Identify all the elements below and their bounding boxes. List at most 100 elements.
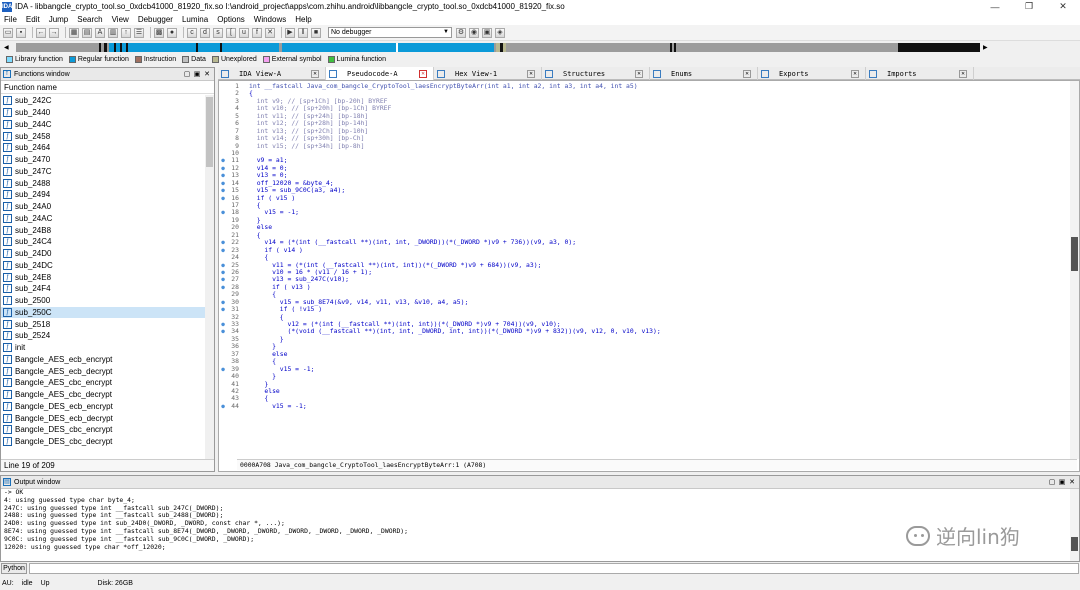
tab-close-icon[interactable]: ✕: [851, 69, 859, 78]
debugger-select[interactable]: No debugger ▼: [328, 27, 452, 38]
output-window-titlebar[interactable]: ▤ Output window ▢ ▣ ✕: [1, 476, 1079, 489]
tab-close-icon[interactable]: ✕: [311, 69, 319, 78]
function-list-item[interactable]: f sub_24DC: [1, 260, 206, 272]
function-list-item[interactable]: f sub_2500: [1, 295, 206, 307]
tab-enums[interactable]: Enums ✕: [650, 67, 758, 80]
breakpoint-dot-icon[interactable]: [219, 291, 227, 298]
menu-edit[interactable]: Edit: [26, 15, 40, 24]
graph-icon[interactable]: ▩: [154, 27, 164, 38]
breakpoint-dot-icon[interactable]: ●: [219, 262, 227, 269]
menu-file[interactable]: File: [4, 15, 17, 24]
breakpoint-dot-icon[interactable]: ●: [219, 284, 227, 291]
debug-options-icon[interactable]: ⚙: [456, 27, 466, 38]
tab-ida-view-a[interactable]: IDA View-A ✕: [218, 67, 326, 80]
menu-options[interactable]: Options: [217, 15, 245, 24]
breakpoint-dot-icon[interactable]: ●: [219, 247, 227, 254]
array-icon[interactable]: [: [226, 27, 236, 38]
sequence-icon[interactable]: ▥: [108, 27, 118, 38]
breakpoint-dot-icon[interactable]: [219, 120, 227, 127]
undefine-icon[interactable]: u: [239, 27, 249, 38]
breakpoint-dot-icon[interactable]: [219, 314, 227, 321]
python-language-button[interactable]: Python: [1, 563, 27, 574]
nav-right-arrow-icon[interactable]: ▶: [983, 44, 988, 51]
breakpoint-dot-icon[interactable]: [219, 113, 227, 120]
tab-hex-view-1[interactable]: Hex View-1 ✕: [434, 67, 542, 80]
stop-icon[interactable]: ■: [311, 27, 321, 38]
breakpoint-dot-icon[interactable]: [219, 105, 227, 112]
close-icon[interactable]: ✕: [1067, 478, 1077, 486]
restore-icon[interactable]: ▣: [1057, 478, 1067, 486]
nav-left-arrow-icon[interactable]: ◀: [4, 44, 9, 51]
code-line[interactable]: 43 {: [219, 394, 1069, 402]
breakpoint-dot-icon[interactable]: ●: [219, 172, 227, 179]
string-icon[interactable]: s: [213, 27, 223, 38]
data-icon[interactable]: d: [200, 27, 210, 38]
tab-close-icon[interactable]: ✕: [743, 69, 751, 78]
code-line[interactable]: 40 }: [219, 372, 1069, 380]
breakpoint-dot-icon[interactable]: [219, 98, 227, 105]
close-icon[interactable]: ✕: [1046, 1, 1080, 12]
output-scrollbar[interactable]: [1070, 489, 1079, 561]
function-list-item[interactable]: f sub_250C: [1, 306, 206, 319]
breakpoint-dot-icon[interactable]: ●: [219, 209, 227, 216]
menu-view[interactable]: View: [112, 15, 129, 24]
code-line[interactable]: 17 {: [219, 201, 1069, 209]
tab-exports[interactable]: Exports ✕: [758, 67, 866, 80]
float-icon[interactable]: ▢: [1047, 478, 1057, 486]
breakpoint-dot-icon[interactable]: [219, 254, 227, 261]
function-list-item[interactable]: f sub_24A0: [1, 201, 206, 213]
tab-imports[interactable]: Imports ✕: [866, 67, 974, 80]
function-list-item[interactable]: f sub_247C: [1, 166, 206, 178]
function-list-item[interactable]: f sub_24F4: [1, 283, 206, 295]
function-list-item[interactable]: f sub_24B8: [1, 224, 206, 236]
breakpoint-dot-icon[interactable]: [219, 135, 227, 142]
code-line[interactable]: 9 int v15; // [sp+34h] [bp-8h]: [219, 142, 1069, 150]
code-line[interactable]: ● 16 if ( v15 ): [219, 194, 1069, 202]
breakpoint-dot-icon[interactable]: [219, 128, 227, 135]
menu-debugger[interactable]: Debugger: [138, 15, 173, 24]
breakpoint-dot-icon[interactable]: [219, 395, 227, 402]
breakpoint-dot-icon[interactable]: [219, 202, 227, 209]
code-line[interactable]: ● 22 v14 = (*(int (__fastcall **)(int, in…: [219, 238, 1069, 246]
code-line[interactable]: ● 39 v15 = -1;: [219, 365, 1069, 373]
plugin-icon[interactable]: ◈: [495, 27, 505, 38]
function-list-item[interactable]: f sub_24E8: [1, 271, 206, 283]
breakpoint-dot-icon[interactable]: ●: [219, 299, 227, 306]
function-list-item[interactable]: f Bangcle_DES_ecb_decrypt: [1, 412, 206, 424]
breakpoint-dot-icon[interactable]: ●: [219, 269, 227, 276]
code-line[interactable]: ● 11 v9 = a1;: [219, 156, 1069, 164]
maximize-icon[interactable]: ❐: [1012, 1, 1046, 12]
code-line[interactable]: 1 int __fastcall Java_com_bangcle_CryptoT…: [219, 83, 1069, 90]
pseudocode-text[interactable]: 1 int __fastcall Java_com_bangcle_CryptoT…: [219, 83, 1069, 459]
tab-pseudocode-a[interactable]: Pseudocode-A ✕: [326, 67, 434, 80]
function-list-item[interactable]: f sub_244C: [1, 119, 206, 131]
breakpoint-dot-icon[interactable]: ●: [219, 239, 227, 246]
run-script-icon[interactable]: ●: [167, 27, 177, 38]
function-name-column-header[interactable]: Function name: [1, 81, 214, 94]
breakpoint-dot-icon[interactable]: ●: [219, 276, 227, 283]
tab-close-icon[interactable]: ✕: [635, 69, 643, 78]
code-line[interactable]: ● 15 v15 = sub_9C0C(a3, a4);: [219, 186, 1069, 194]
breakpoint-dot-icon[interactable]: [219, 343, 227, 350]
menu-jump[interactable]: Jump: [49, 15, 69, 24]
forward-icon[interactable]: →: [49, 27, 59, 38]
pseudocode-scrollbar[interactable]: [1070, 81, 1079, 459]
breakpoint-dot-icon[interactable]: ●: [219, 321, 227, 328]
code-icon[interactable]: c: [187, 27, 197, 38]
code-line[interactable]: ● 14 off_12020 = &byte_4;: [219, 179, 1069, 187]
code-line[interactable]: 36 }: [219, 342, 1069, 350]
function-list-item[interactable]: f sub_2494: [1, 189, 206, 201]
function-list-item[interactable]: f sub_2470: [1, 154, 206, 166]
pseudocode-view[interactable]: 1 int __fastcall Java_com_bangcle_CryptoT…: [218, 80, 1080, 472]
breakpoint-dot-icon[interactable]: ●: [219, 187, 227, 194]
breakpoint-dot-icon[interactable]: [219, 232, 227, 239]
breakpoint-dot-icon[interactable]: ●: [219, 366, 227, 373]
navigation-band[interactable]: ◀ ▶: [0, 41, 1080, 54]
tab-close-icon[interactable]: ✕: [959, 69, 967, 78]
function-list-item[interactable]: f sub_2518: [1, 318, 206, 330]
breakpoint-dot-icon[interactable]: [219, 358, 227, 365]
function-icon[interactable]: f: [252, 27, 262, 38]
function-list-item[interactable]: f Bangcle_AES_cbc_decrypt: [1, 389, 206, 401]
scrollbar-thumb[interactable]: [1071, 537, 1078, 551]
tab-structures[interactable]: Structures ✕: [542, 67, 650, 80]
